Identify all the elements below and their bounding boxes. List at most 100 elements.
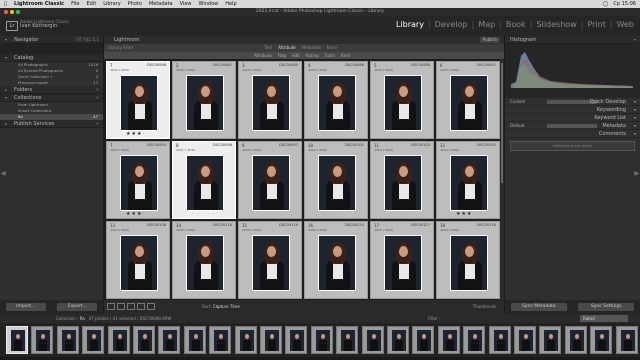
photo-thumbnail[interactable]: [318, 155, 356, 211]
filmstrip-thumb[interactable]: [107, 326, 130, 354]
loupe-view-icon[interactable]: [117, 303, 125, 310]
photo-thumbnail[interactable]: [186, 235, 224, 291]
folders-header[interactable]: ▸ Folders +: [0, 86, 103, 94]
collections-header[interactable]: ▾ Collections +: [0, 94, 103, 102]
survey-view-icon[interactable]: [137, 303, 145, 310]
grid-cell[interactable]: 8 DSC00096 2251 x 3016 · · · · ·: [172, 141, 236, 219]
star-rating[interactable]: ★★★··: [126, 211, 148, 217]
star-rating[interactable]: · · · · ·: [390, 211, 413, 217]
filmstrip-thumb[interactable]: [437, 326, 460, 354]
module-web[interactable]: Web: [617, 20, 634, 29]
publish-button[interactable]: Publish: [479, 37, 500, 43]
grid-cell[interactable]: 4 DSC00086 4000 x 6000 · · · · ·: [304, 61, 368, 139]
filter-tab-text[interactable]: Text: [264, 44, 272, 52]
attr-flag[interactable]: Flag: [278, 52, 286, 59]
filmstrip-thumb[interactable]: [310, 326, 333, 354]
comments-row[interactable]: Comments ▾: [505, 130, 640, 138]
sync-settings-button[interactable]: Sync Settings: [578, 303, 635, 311]
grid-cell[interactable]: 18 DSC00130 4000 x 6000 · · · · ·: [436, 221, 500, 299]
sync-metadata-button[interactable]: Sync Metadata: [510, 303, 567, 311]
grid-cell[interactable]: 15 DSC00119 4000 x 6000 · · · · ·: [238, 221, 302, 299]
filmstrip-thumb[interactable]: [234, 326, 257, 354]
filmstrip-thumb[interactable]: [387, 326, 409, 354]
attr-kind[interactable]: Kind: [341, 52, 350, 59]
photo-thumbnail[interactable]: [252, 235, 290, 291]
attr-color[interactable]: Color: [325, 52, 335, 59]
filmstrip-thumb[interactable]: [183, 326, 206, 354]
filmstrip-thumb[interactable]: [285, 326, 308, 354]
filmstrip-thumb[interactable]: [539, 326, 562, 354]
zoom-window-button[interactable]: [16, 10, 20, 14]
star-rating[interactable]: · · · · ·: [324, 211, 347, 217]
filmstrip-thumb[interactable]: [31, 326, 54, 354]
star-rating[interactable]: ★★★··: [456, 211, 478, 217]
grid-scrollbar[interactable]: [500, 59, 504, 300]
photo-thumbnail[interactable]: [384, 235, 422, 291]
filmstrip-thumb[interactable]: [158, 326, 181, 354]
star-rating[interactable]: · · · · ·: [258, 131, 281, 137]
menu-library[interactable]: Library: [103, 1, 120, 7]
grid-cell[interactable]: 13 DSC00108 4000 x 6000 · · · · ·: [106, 221, 170, 299]
navigator-preview[interactable]: [0, 44, 103, 54]
grid-cell[interactable]: 11 DSC00103 4000 x 6000 · · · · ·: [370, 141, 434, 219]
grid-cell[interactable]: 17 DSC00127 4000 x 6000 · · · · ·: [370, 221, 434, 299]
menu-file[interactable]: File: [71, 1, 79, 7]
filmstrip-thumb[interactable]: [336, 326, 359, 354]
keywording-row[interactable]: Keywording ▾: [505, 106, 640, 114]
menu-clock[interactable]: Cp 15:06: [613, 1, 636, 7]
filmstrip-filter-select[interactable]: Rated: [580, 315, 628, 322]
attr-rating[interactable]: Rating: [306, 52, 319, 59]
photo-thumbnail[interactable]: [384, 75, 422, 131]
star-rating[interactable]: · · · · ·: [456, 291, 479, 297]
filmstrip-thumb[interactable]: [260, 326, 282, 354]
left-panel-toggle-icon[interactable]: ◀: [1, 170, 6, 177]
filmstrip-thumb[interactable]: [488, 326, 511, 354]
menu-window[interactable]: Window: [199, 1, 219, 7]
filmstrip-thumb[interactable]: [82, 326, 105, 354]
filmstrip-thumb[interactable]: [514, 326, 536, 354]
export-button[interactable]: Export...: [57, 303, 98, 311]
photo-thumbnail[interactable]: [450, 75, 488, 131]
star-rating[interactable]: · · · · ·: [324, 291, 347, 297]
photo-thumbnail[interactable]: [252, 75, 290, 131]
grid-cell[interactable]: 10 DSC00101 4000 x 6000 · · · · ·: [304, 141, 368, 219]
star-rating[interactable]: · · · · ·: [192, 131, 215, 137]
import-button[interactable]: Import...: [5, 303, 46, 311]
grid-cell[interactable]: 16 DSC00124 4000 x 6000 · · · · ·: [304, 221, 368, 299]
star-rating[interactable]: · · · · ·: [390, 291, 413, 297]
grid-view-icon[interactable]: [107, 303, 115, 310]
filmstrip-thumb[interactable]: [6, 326, 28, 354]
grid-cell[interactable]: 6 DSC00091 4000 x 6000 · · · · ·: [436, 61, 500, 139]
star-rating[interactable]: · · · · ·: [192, 211, 215, 217]
filmstrip-source[interactable]: Collection : Ra 47 photos / 41 selected …: [56, 314, 171, 323]
people-view-icon[interactable]: [147, 303, 155, 310]
compare-view-icon[interactable]: [127, 303, 135, 310]
filmstrip-thumb[interactable]: [463, 326, 486, 354]
grid-cell[interactable]: 5 DSC00088 4000 x 6000 · · · · ·: [370, 61, 434, 139]
filmstrip-thumb[interactable]: [133, 326, 155, 354]
menu-help[interactable]: Help: [225, 1, 236, 7]
photo-thumbnail[interactable]: [450, 155, 488, 211]
photo-thumbnail[interactable]: [384, 155, 422, 211]
photo-thumbnail[interactable]: [120, 75, 158, 131]
filmstrip-thumb[interactable]: [412, 326, 435, 354]
photo-thumbnail[interactable]: [120, 155, 158, 211]
star-rating[interactable]: · · · · ·: [192, 291, 215, 297]
grid-cell[interactable]: 7 DSC00098 4000 x 6000 ★★★··: [106, 61, 170, 139]
module-library[interactable]: Library: [396, 20, 424, 29]
grid-cell[interactable]: 14 DSC00118 4000 x 6000 · · · · ·: [172, 221, 236, 299]
photo-thumbnail[interactable]: [318, 75, 356, 131]
photo-thumbnail[interactable]: [120, 235, 158, 291]
filter-tab-metadata[interactable]: Metadata: [302, 44, 321, 52]
scroll-thumb[interactable]: [501, 63, 503, 183]
filmstrip-thumb[interactable]: [361, 326, 384, 354]
menu-photo[interactable]: Photo: [128, 1, 142, 7]
keyword-list-row[interactable]: Keyword List ▾: [505, 114, 640, 122]
filmstrip-thumb[interactable]: [56, 326, 79, 354]
menu-view[interactable]: View: [180, 1, 192, 7]
close-window-button[interactable]: [4, 10, 8, 14]
publish-services-header[interactable]: ▸ Publish Services +: [0, 120, 103, 128]
star-rating[interactable]: · · · · ·: [258, 211, 281, 217]
module-book[interactable]: Book: [506, 20, 526, 29]
menu-app[interactable]: Lightroom Classic: [14, 1, 64, 7]
